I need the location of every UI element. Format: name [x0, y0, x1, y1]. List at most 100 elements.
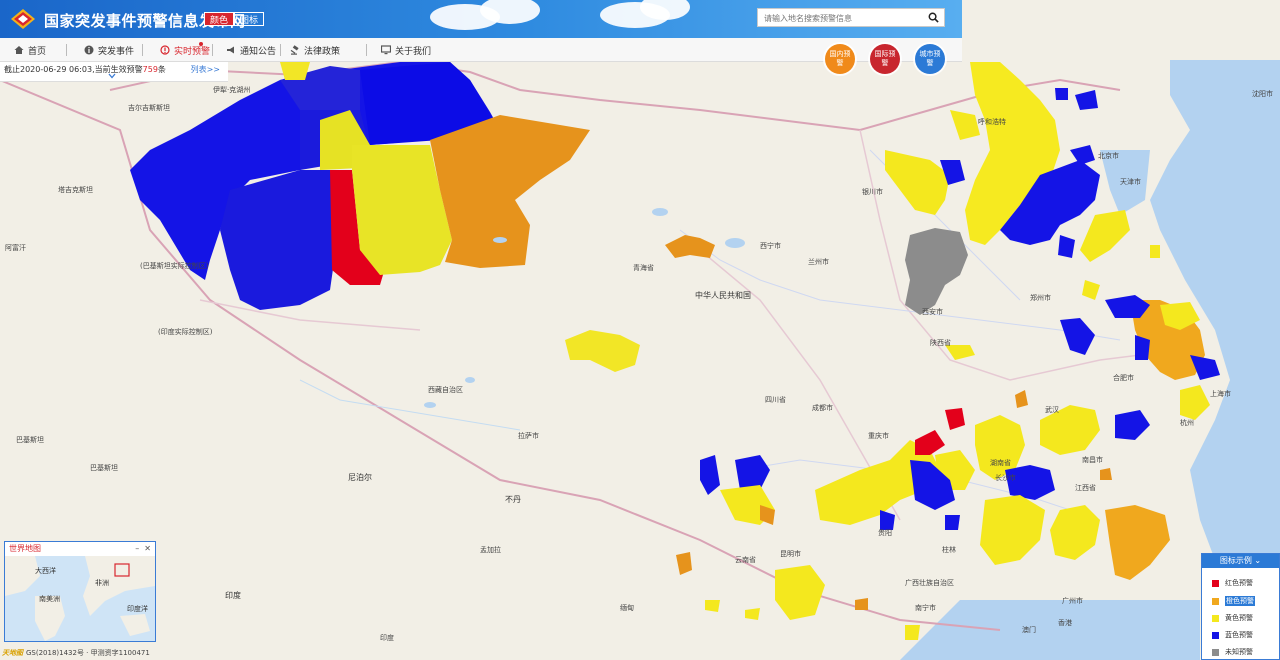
world-map-label: 大西洋	[35, 567, 56, 575]
map-label: 不丹	[505, 495, 521, 504]
legend-item-orange[interactable]: 橙色预警	[1212, 596, 1255, 606]
legend-item-blue[interactable]: 蓝色预警	[1212, 630, 1253, 640]
map-label: 广西壮族自治区	[905, 578, 954, 587]
map-label: 贵阳	[878, 528, 892, 537]
monitor-icon	[381, 45, 391, 55]
world-map-label: 南美洲	[39, 595, 60, 603]
map-label: 阿富汗	[5, 243, 26, 252]
nav-divider	[280, 44, 281, 56]
minimize-icon[interactable]: –	[135, 544, 139, 553]
legend-swatch	[1212, 648, 1219, 656]
alert-list-link[interactable]: 列表>>	[191, 64, 220, 75]
nav-item-emergencies[interactable]: 突发事件	[84, 38, 134, 62]
map-label: 香港	[1058, 618, 1072, 627]
nav-label: 实时预警	[174, 46, 211, 57]
map-label: 缅甸	[620, 603, 634, 612]
alert-count: 759	[142, 65, 158, 74]
map-label: 西藏自治区	[428, 385, 463, 394]
legend-swatch	[1212, 579, 1219, 587]
close-icon[interactable]: ✕	[144, 544, 151, 553]
nav-item-laws[interactable]: 法律政策	[290, 38, 340, 62]
map-label: 云南省	[735, 555, 756, 564]
map-label: 南昌市	[1082, 455, 1103, 464]
map-label: 昆明市	[780, 549, 801, 558]
map-label: 郑州市	[1030, 293, 1051, 302]
map-label: 巴基斯坦	[16, 435, 44, 444]
map-label: 四川省	[765, 395, 786, 404]
nav-item-home[interactable]: 首页	[14, 38, 46, 62]
world-map-controls: – ✕	[135, 542, 151, 556]
map-label: 青海省	[633, 263, 654, 272]
display-mode-toggle: 颜色 图标	[204, 12, 265, 26]
map-attribution: 天地图 GS(2018)1432号 · 甲测资字1100471	[2, 648, 150, 658]
international-alerts-button[interactable]: 国际预警	[870, 44, 900, 74]
site-logo-icon	[11, 9, 35, 29]
cloud-decoration	[480, 0, 540, 24]
legend-label: 未知预警	[1225, 648, 1253, 656]
map-label: 吉尔吉斯斯坦	[128, 103, 170, 112]
world-map-overview[interactable]: 世界地图 – ✕ 大西洋 非洲 南美洲 印度洋	[4, 541, 156, 642]
map-label: 西安市	[922, 307, 943, 316]
legend-swatch	[1212, 614, 1219, 622]
legend-title: 图标示例	[1219, 556, 1252, 565]
map-label: 印度	[380, 633, 394, 642]
map-label: 天津市	[1120, 177, 1141, 186]
chevron-down-icon[interactable]	[108, 73, 116, 79]
attribution-text: GS(2018)1432号 · 甲测资字1100471	[26, 649, 150, 657]
map-label: 武汉	[1045, 405, 1059, 414]
legend-header[interactable]: 图标示例 ⌄	[1202, 554, 1279, 568]
mode-icon-button[interactable]: 图标	[234, 12, 265, 26]
nav-label: 通知公告	[240, 46, 277, 57]
chevron-down-icon[interactable]: ⌄	[1254, 556, 1261, 565]
main-nav: 首页 突发事件 实时预警 通知公告 法律政策 关于我们	[0, 38, 962, 62]
map-label: 兰州市	[808, 257, 829, 266]
city-alerts-button[interactable]: 城市预警	[915, 44, 945, 74]
search-icon[interactable]	[928, 12, 939, 23]
map-label: 长沙市	[995, 473, 1016, 482]
map-label: 拉萨市	[518, 431, 539, 440]
summary-suffix: 条	[157, 65, 166, 74]
map-label: (印度实际控制区)	[158, 327, 213, 336]
map-label: 重庆市	[868, 431, 889, 440]
nav-label: 突发事件	[98, 46, 135, 57]
world-map-label: 印度洋	[127, 605, 148, 613]
legend-item-red[interactable]: 红色预警	[1212, 578, 1253, 588]
gavel-icon	[290, 45, 299, 55]
search-input[interactable]	[764, 11, 924, 25]
nav-item-realtime-alerts[interactable]: 实时预警	[160, 38, 210, 62]
legend-item-unknown[interactable]: 未知预警	[1212, 647, 1253, 657]
map-label: 尼泊尔	[348, 472, 372, 482]
nav-divider	[142, 44, 143, 56]
world-map-title: 世界地图	[9, 544, 41, 553]
map-label: 塔吉克斯坦	[58, 185, 93, 194]
map-label: 中华人民共和国	[695, 290, 751, 300]
nav-label: 关于我们	[395, 46, 432, 57]
tianditu-logo: 天地图	[2, 649, 23, 657]
map-label: 湖南省	[990, 458, 1011, 467]
map-label: 呼和浩特	[978, 117, 1006, 126]
map-label: 柱林	[942, 545, 956, 554]
alert-summary-bar: 截止2020-06-29 06:03,当前生效预警759条 列表>>	[0, 62, 228, 82]
search-box	[757, 8, 945, 27]
map-label: 巴基斯坦	[90, 463, 118, 472]
nav-item-notices[interactable]: 通知公告	[226, 38, 276, 62]
map-label: 上海市	[1210, 389, 1231, 398]
nav-divider	[366, 44, 367, 56]
legend-label: 蓝色预警	[1225, 631, 1253, 639]
alert-summary-text: 截止2020-06-29 06:03,当前生效预警759条	[4, 64, 166, 75]
nav-divider	[212, 44, 213, 56]
domestic-alerts-button[interactable]: 国内预警	[825, 44, 855, 74]
map-label: 伊犁·克湖州	[213, 85, 250, 94]
map-label: 西宁市	[760, 241, 781, 250]
nav-item-about[interactable]: 关于我们	[381, 38, 431, 62]
legend-item-yellow[interactable]: 黄色预警	[1212, 613, 1253, 623]
notification-dot	[199, 42, 203, 46]
map-label: 成都市	[812, 403, 833, 412]
warning-map[interactable]: 伊犁·克湖州 吉尔吉斯斯坦 塔吉克斯坦 阿富汗 巴基斯坦 (巴基斯坦实际控制区)…	[0, 0, 1280, 660]
map-label: 陕西省	[930, 338, 951, 347]
mode-color-button[interactable]: 颜色	[204, 12, 235, 26]
world-map-header: 世界地图 – ✕	[5, 542, 155, 556]
map-label: (巴基斯坦实际控制区)	[140, 261, 209, 270]
nav-label: 首页	[28, 46, 47, 57]
map-label: 合肥市	[1113, 373, 1134, 382]
